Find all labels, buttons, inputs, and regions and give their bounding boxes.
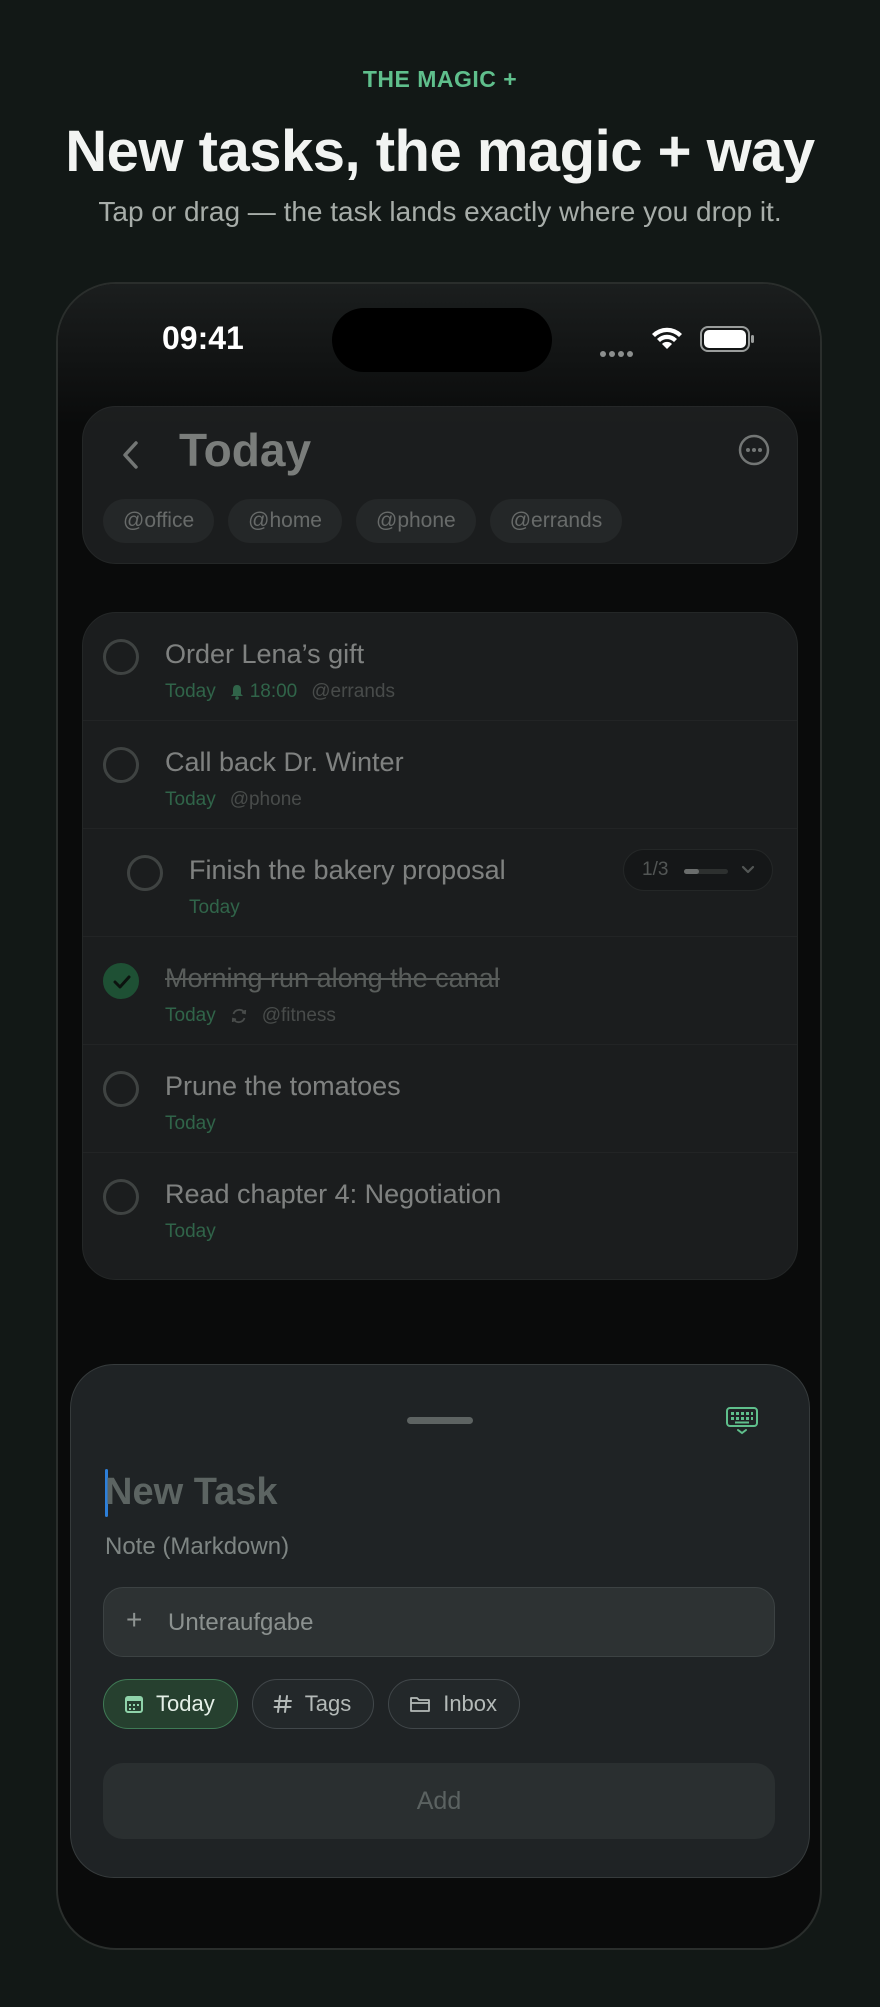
add-button[interactable]: Add [103,1763,775,1839]
chevron-left-icon[interactable] [117,437,145,473]
bell-icon [230,685,243,700]
task-meta: Today [165,1221,216,1243]
task-date: Today [189,897,240,918]
subtask-progress-pill[interactable]: 1/3 [623,849,773,891]
folder-icon [410,1697,431,1712]
keyboard-icon[interactable] [725,1405,759,1435]
task-meta: Today @phone [165,789,302,811]
task-row[interactable]: Call back Dr. Winter Today @phone [83,721,797,829]
task-meta: Today [189,897,240,919]
checkmark-icon [113,975,131,989]
task-row[interactable]: Order Lena’s gift Today 18:00 @errands [83,613,797,721]
task-row[interactable]: Prune the tomatoes Today [83,1045,797,1153]
task-tag: @errands [311,681,395,702]
subtask-count: 1/3 [642,859,669,880]
chip-office[interactable]: @office [103,499,215,543]
plus-icon: + [126,1604,143,1635]
chip-phone[interactable]: @phone [356,499,476,543]
task-date: Today [165,1005,216,1026]
header-card: Today @office @home @phone @errands [82,406,798,564]
page-title: Today [179,424,312,476]
chevron-down-icon [741,865,755,874]
task-title-input[interactable]: New Task [105,1471,277,1514]
task-meta: Today [165,1113,216,1135]
task-checkbox[interactable] [103,639,139,675]
task-title: Prune the tomatoes [165,1071,401,1101]
task-meta: Today @fitness [165,1005,336,1027]
task-row[interactable]: Finish the bakery proposal Today 1/3 [83,829,797,937]
task-reminder: 18:00 [230,681,298,703]
task-date: Today [165,1113,216,1134]
subtask-input[interactable] [166,1588,750,1658]
battery-icon [700,326,754,352]
hash-icon [273,1695,292,1713]
task-title: Read chapter 4: Negotiation [165,1179,502,1209]
tags-pill-label: Tags [304,1691,352,1716]
task-date: Today [165,681,216,702]
task-tag: @fitness [261,1005,336,1026]
subtask-progress-fill [684,869,699,874]
subtask-field[interactable]: + [103,1587,775,1658]
date-pill-label: Today [156,1691,215,1716]
inbox-pill-label: Inbox [443,1691,498,1716]
task-option-pills: Today Tags Inbox [103,1679,521,1729]
date-pill[interactable]: Today [103,1679,238,1729]
hero-eyebrow: THE MAGIC + [362,66,518,92]
task-row[interactable]: Read chapter 4: Negotiation Today [83,1153,797,1261]
inbox-pill[interactable]: Inbox [388,1679,521,1729]
status-bar: 09:41 [58,284,820,394]
sheet-grabber[interactable] [407,1417,473,1424]
tags-pill[interactable]: Tags [251,1679,375,1729]
subtask-progress-bar [684,869,728,874]
task-checkbox-checked[interactable] [103,963,139,999]
task-title: Order Lena’s gift [165,639,365,669]
task-title: Finish the bakery proposal [189,855,506,885]
phone-frame: 09:41 Today @office @home @phone @errand… [56,282,822,1950]
task-date: Today [165,1221,216,1242]
chip-errands[interactable]: @errands [489,499,623,543]
calendar-icon [125,1696,143,1713]
task-title: Morning run along the canal [165,963,500,993]
task-checkbox[interactable] [103,747,139,783]
task-title: Call back Dr. Winter [165,747,404,777]
task-row[interactable]: Morning run along the canal Today @fitne… [83,937,797,1045]
task-checkbox[interactable] [103,1071,139,1107]
task-list: Order Lena’s gift Today 18:00 @errands C… [82,612,798,1280]
new-task-sheet: New Task Note (Markdown) + Today Tags [70,1364,810,1878]
hero-subhead: Tap or drag — the task lands exactly whe… [98,196,782,227]
repeat-icon [231,1008,246,1024]
task-checkbox[interactable] [103,1179,139,1215]
wifi-icon [652,327,682,349]
chip-home[interactable]: @home [228,499,342,543]
dynamic-island [332,308,552,372]
task-checkbox[interactable] [127,855,163,891]
task-meta: Today 18:00 @errands [165,681,395,703]
status-clock: 09:41 [162,320,244,356]
task-date: Today [165,789,216,810]
hero-headline: New tasks, the magic + way [65,119,815,184]
signal-dots-icon [600,344,636,362]
ellipsis-circle-icon[interactable] [737,433,771,467]
task-time: 18:00 [249,681,298,702]
context-chips: @office @home @phone @errands [103,499,623,543]
task-tag: @phone [229,789,302,810]
note-input[interactable]: Note (Markdown) [105,1533,289,1561]
